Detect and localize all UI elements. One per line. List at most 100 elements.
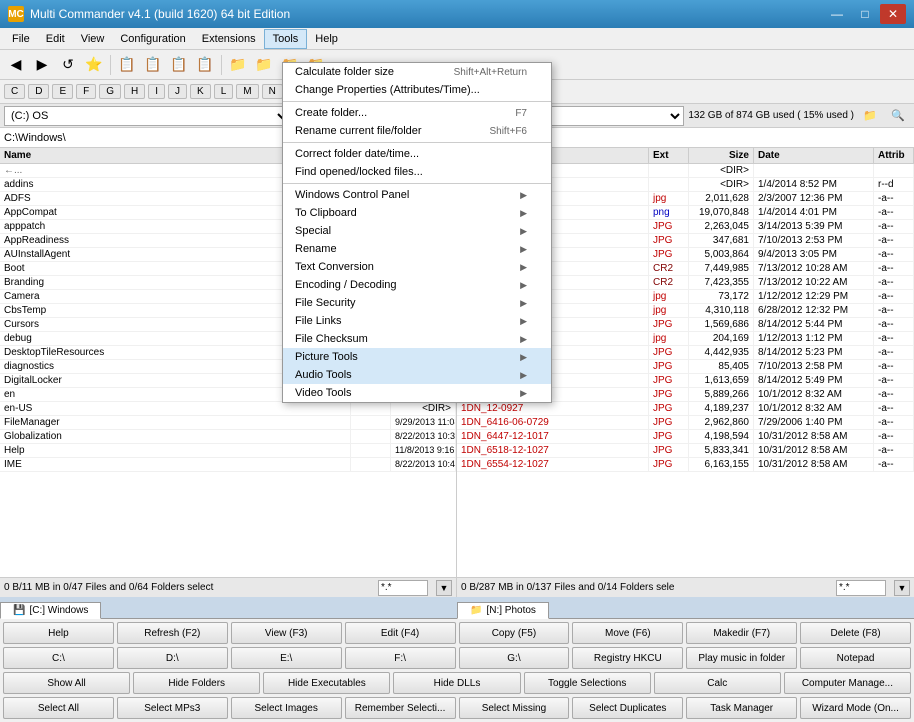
help-button[interactable]: Help: [3, 622, 114, 644]
menu-help[interactable]: Help: [307, 29, 346, 49]
right-filter-button[interactable]: ▼: [894, 580, 910, 596]
copy-btn-4[interactable]: 📋: [193, 53, 217, 77]
menu-file-checksum[interactable]: File Checksum: [283, 330, 551, 348]
right-col-date[interactable]: Date: [754, 148, 874, 163]
show-all-button[interactable]: Show All: [3, 672, 130, 694]
move-f6-button[interactable]: Move (F6): [572, 622, 683, 644]
drive-g-button[interactable]: G:\: [459, 647, 570, 669]
drive-i[interactable]: I: [148, 84, 165, 99]
select-all-button[interactable]: Select All: [3, 697, 114, 719]
drive-e-button[interactable]: E:\: [231, 647, 342, 669]
menu-edit[interactable]: Edit: [38, 29, 73, 49]
menu-file-links[interactable]: File Links: [283, 312, 551, 330]
folder-btn-1[interactable]: 📁: [226, 53, 250, 77]
copy-btn-1[interactable]: 📋: [115, 53, 139, 77]
maximize-button[interactable]: □: [852, 4, 878, 24]
file-row[interactable]: en-US<DIR>: [0, 402, 456, 416]
hide-folders-button[interactable]: Hide Folders: [133, 672, 260, 694]
drive-g[interactable]: G: [99, 84, 121, 99]
drive-n[interactable]: N: [262, 84, 283, 99]
menu-correct-folder-date[interactable]: Correct folder date/time...: [283, 145, 551, 163]
menu-text-conversion[interactable]: Text Conversion: [283, 258, 551, 276]
file-row[interactable]: Globalization8/22/2013 10:36 AM: [0, 430, 456, 444]
file-row[interactable]: 1DN_6554-12-1027JPG6,163,15510/31/2012 8…: [457, 458, 914, 472]
menu-create-folder[interactable]: Create folder... F7: [283, 104, 551, 122]
view-f3-button[interactable]: View (F3): [231, 622, 342, 644]
toggle-selections-button[interactable]: Toggle Selections: [524, 672, 651, 694]
back-button[interactable]: ◀: [4, 53, 28, 77]
computer-manage-button[interactable]: Computer Manage...: [784, 672, 911, 694]
select-images-button[interactable]: Select Images: [231, 697, 342, 719]
delete-f8-button[interactable]: Delete (F8): [800, 622, 911, 644]
copy-btn-2[interactable]: 📋: [141, 53, 165, 77]
drive-j[interactable]: J: [168, 84, 187, 99]
makedir-f7-button[interactable]: Makedir (F7): [686, 622, 797, 644]
drive-f-button[interactable]: F:\: [345, 647, 456, 669]
select-duplicates-button[interactable]: Select Duplicates: [572, 697, 683, 719]
copy-f5-button[interactable]: Copy (F5): [459, 622, 570, 644]
select-mp3s-button[interactable]: Select MPs3: [117, 697, 228, 719]
right-tab[interactable]: 📁 [N:] Photos: [457, 602, 549, 619]
bookmark-button[interactable]: ⭐: [82, 53, 106, 77]
drive-f[interactable]: F: [76, 84, 96, 99]
forward-button[interactable]: ▶: [30, 53, 54, 77]
menu-to-clipboard[interactable]: To Clipboard: [283, 204, 551, 222]
file-row[interactable]: IME8/22/2013 10:43 AM: [0, 458, 456, 472]
drive-e[interactable]: E: [52, 84, 73, 99]
drive-l[interactable]: L: [214, 84, 234, 99]
minimize-button[interactable]: —: [824, 4, 850, 24]
menu-view[interactable]: View: [73, 29, 113, 49]
left-filter-input[interactable]: [378, 580, 428, 596]
right-filter-input[interactable]: [836, 580, 886, 596]
hide-dlls-button[interactable]: Hide DLLs: [393, 672, 520, 694]
close-button[interactable]: ✕: [880, 4, 906, 24]
file-row[interactable]: 1DN_12-0927JPG4,189,23710/1/2012 8:32 AM…: [457, 402, 914, 416]
hide-executables-button[interactable]: Hide Executables: [263, 672, 390, 694]
left-drive-select[interactable]: (C:) OS: [4, 106, 291, 126]
drive-m[interactable]: M: [236, 84, 258, 99]
drive-c-button[interactable]: C:\: [3, 647, 114, 669]
edit-f4-button[interactable]: Edit (F4): [345, 622, 456, 644]
drive-d[interactable]: D: [28, 84, 49, 99]
calc-button[interactable]: Calc: [654, 672, 781, 694]
remember-selection-button[interactable]: Remember Selecti...: [345, 697, 456, 719]
refresh-f2-button[interactable]: Refresh (F2): [117, 622, 228, 644]
left-tab[interactable]: 💾 [C:] Windows: [0, 602, 101, 619]
right-panel-btn-1[interactable]: 📁: [858, 104, 882, 128]
right-panel-btn-2[interactable]: 🔍: [886, 104, 910, 128]
menu-rename-file-folder[interactable]: Rename current file/folder Shift+F6: [283, 122, 551, 140]
menu-video-tools[interactable]: Video Tools: [283, 384, 551, 402]
drive-d-button[interactable]: D:\: [117, 647, 228, 669]
file-row[interactable]: 1DN_6447-12-1017JPG4,198,59410/31/2012 8…: [457, 430, 914, 444]
menu-encoding-decoding[interactable]: Encoding / Decoding: [283, 276, 551, 294]
copy-btn-3[interactable]: 📋: [167, 53, 191, 77]
menu-rename[interactable]: Rename: [283, 240, 551, 258]
left-filter-button[interactable]: ▼: [436, 580, 452, 596]
menu-extensions[interactable]: Extensions: [194, 29, 264, 49]
menu-change-properties[interactable]: Change Properties (Attributes/Time)...: [283, 81, 551, 99]
menu-windows-control-panel[interactable]: Windows Control Panel: [283, 186, 551, 204]
menu-tools[interactable]: Tools: [264, 29, 308, 49]
refresh-button[interactable]: ↺: [56, 53, 80, 77]
file-row[interactable]: Help11/8/2013 9:16 PM: [0, 444, 456, 458]
menu-find-opened-files[interactable]: Find opened/locked files...: [283, 163, 551, 181]
right-col-ext[interactable]: Ext: [649, 148, 689, 163]
registry-hkcu-button[interactable]: Registry HKCU: [572, 647, 683, 669]
file-row[interactable]: 1DN_6518-12-1027JPG5,833,34110/31/2012 8…: [457, 444, 914, 458]
notepad-button[interactable]: Notepad: [800, 647, 911, 669]
play-music-button[interactable]: Play music in folder: [686, 647, 797, 669]
select-missing-button[interactable]: Select Missing: [459, 697, 570, 719]
menu-file-security[interactable]: File Security: [283, 294, 551, 312]
folder-btn-2[interactable]: 📁: [252, 53, 276, 77]
drive-c[interactable]: C: [4, 84, 25, 99]
menu-audio-tools[interactable]: Audio Tools: [283, 366, 551, 384]
drive-k[interactable]: K: [190, 84, 211, 99]
wizard-mode-button[interactable]: Wizard Mode (On...: [800, 697, 911, 719]
menu-calculate-folder-size[interactable]: Calculate folder size Shift+Alt+Return: [283, 63, 551, 81]
right-col-attrib[interactable]: Attrib: [874, 148, 914, 163]
right-col-size[interactable]: Size: [689, 148, 754, 163]
menu-configuration[interactable]: Configuration: [112, 29, 193, 49]
menu-picture-tools[interactable]: Picture Tools: [283, 348, 551, 366]
task-manager-button[interactable]: Task Manager: [686, 697, 797, 719]
file-row[interactable]: FileManager9/29/2013 11:08 PM: [0, 416, 456, 430]
